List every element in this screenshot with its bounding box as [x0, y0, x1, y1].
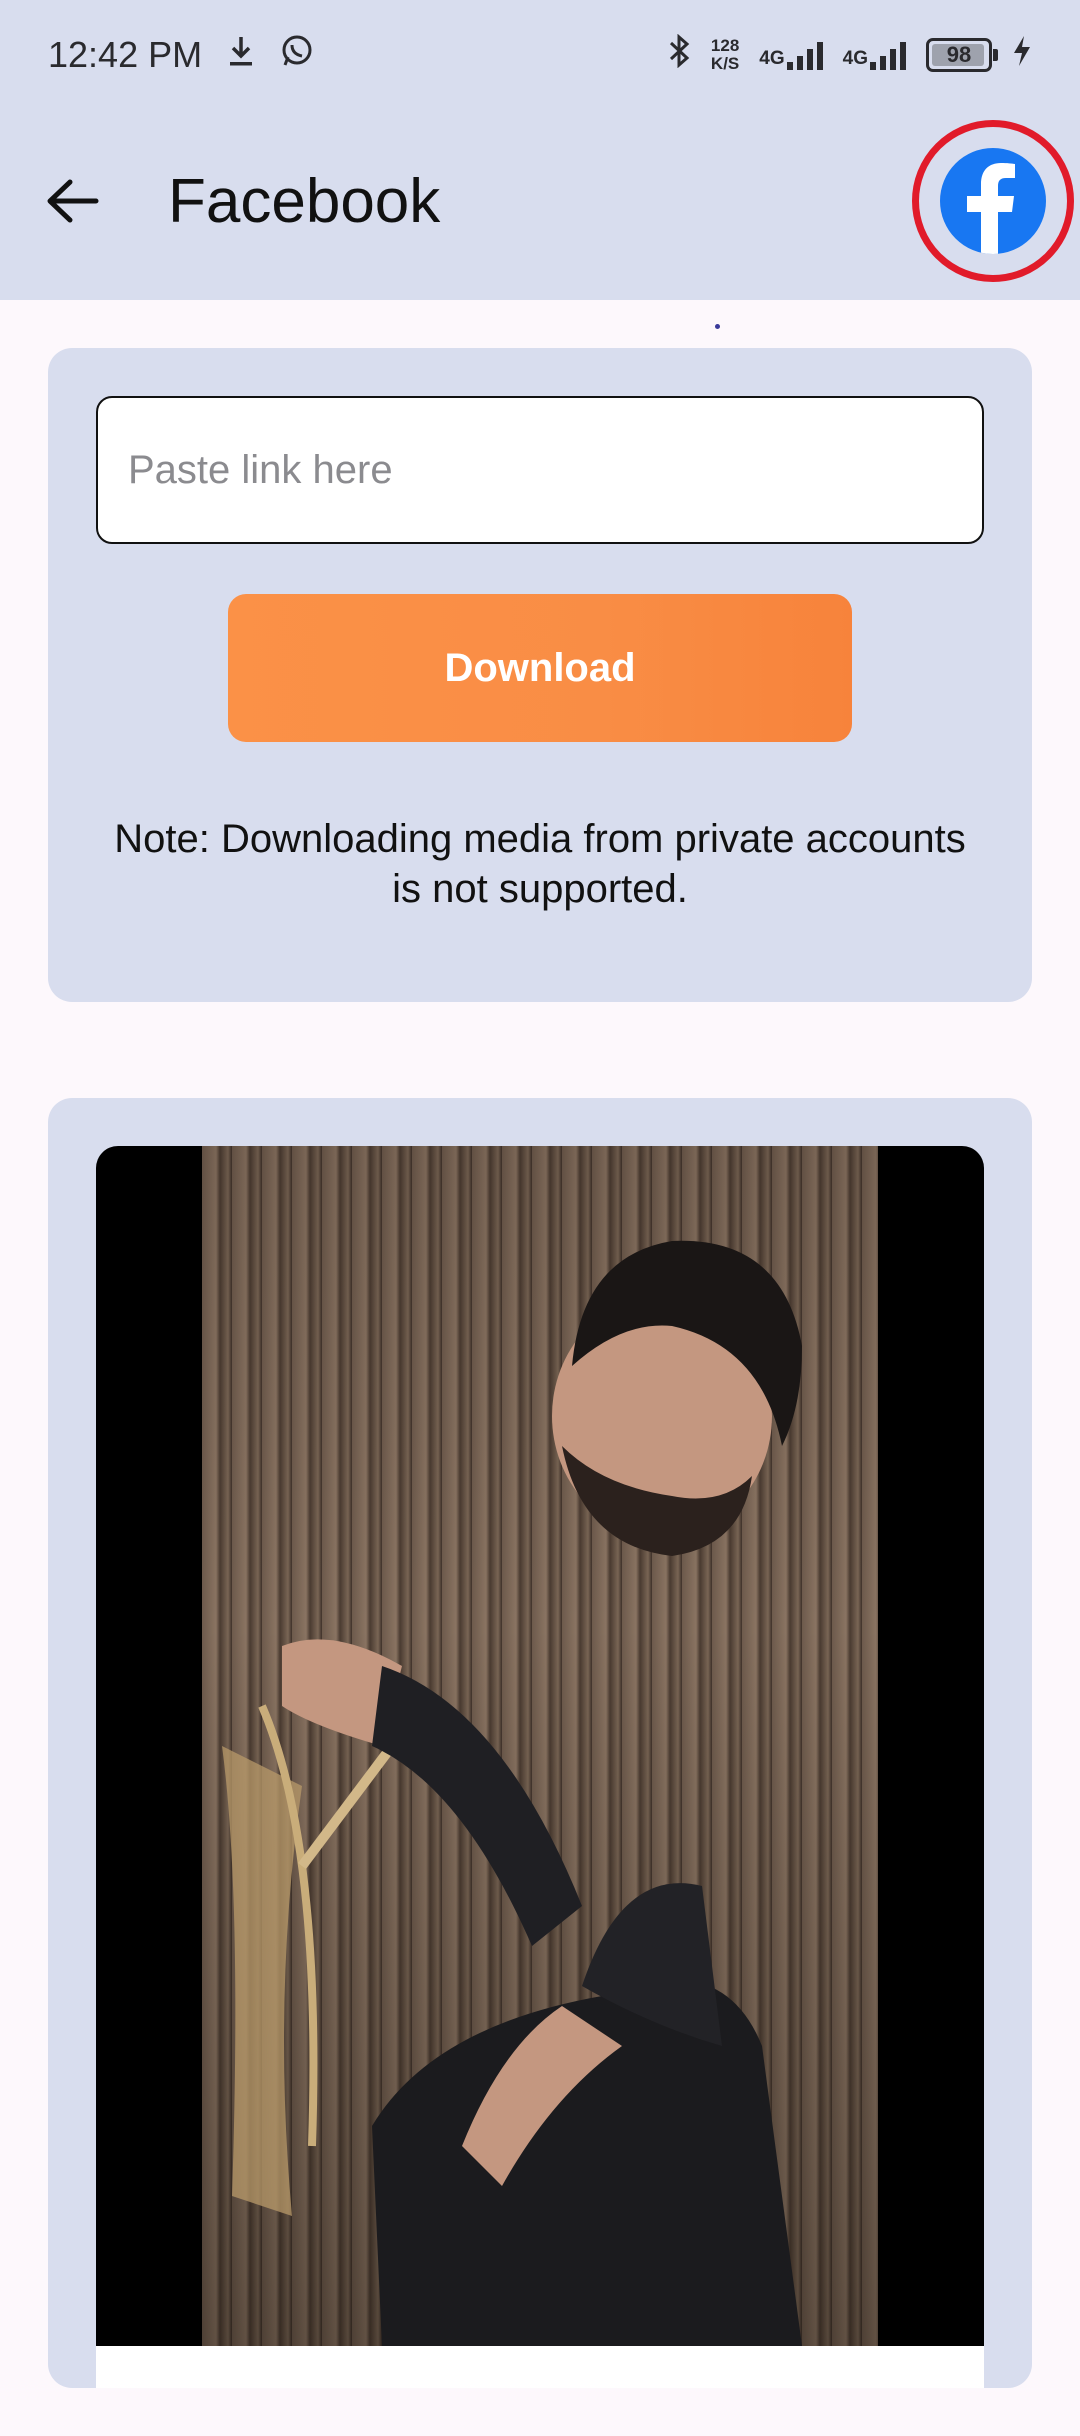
network-speed: 128 K/S — [710, 36, 740, 73]
video-caption-area — [96, 2346, 984, 2388]
video-frame — [202, 1146, 878, 2346]
signal-bars-icon — [870, 40, 906, 70]
back-button[interactable] — [36, 165, 108, 237]
download-icon — [228, 34, 254, 76]
indicator-dot — [715, 324, 720, 329]
signal-bars-icon — [786, 40, 823, 70]
battery-icon: 98 — [926, 38, 998, 72]
facebook-logo-highlight[interactable] — [912, 120, 1074, 282]
signal-indicator-2: 4G — [843, 40, 906, 70]
facebook-icon — [940, 148, 1046, 254]
charging-icon — [1012, 34, 1032, 76]
download-button[interactable]: Download — [228, 594, 852, 742]
app-bar: 12:42 PM 128 K/S 4G 4G 98 Facebook — [0, 0, 1080, 300]
link-input-placeholder: Paste link here — [128, 447, 393, 492]
arrow-back-icon — [47, 179, 99, 223]
download-form-card: Paste link here Download Note: Downloadi… — [48, 348, 1032, 1002]
private-accounts-note: Note: Downloading media from private acc… — [114, 817, 966, 911]
video-preview[interactable] — [96, 1146, 984, 2346]
status-bar: 12:42 PM 128 K/S 4G 4G 98 — [0, 0, 1080, 110]
whatsapp-icon — [280, 34, 314, 77]
signal-indicator-1: 4G — [759, 40, 823, 70]
status-time: 12:42 PM — [48, 34, 203, 75]
bluetooth-icon — [667, 33, 691, 77]
video-content-image — [222, 1240, 802, 2346]
media-preview-card — [48, 1098, 1032, 2388]
page-title: Facebook — [168, 167, 441, 236]
link-input[interactable]: Paste link here — [96, 396, 984, 544]
